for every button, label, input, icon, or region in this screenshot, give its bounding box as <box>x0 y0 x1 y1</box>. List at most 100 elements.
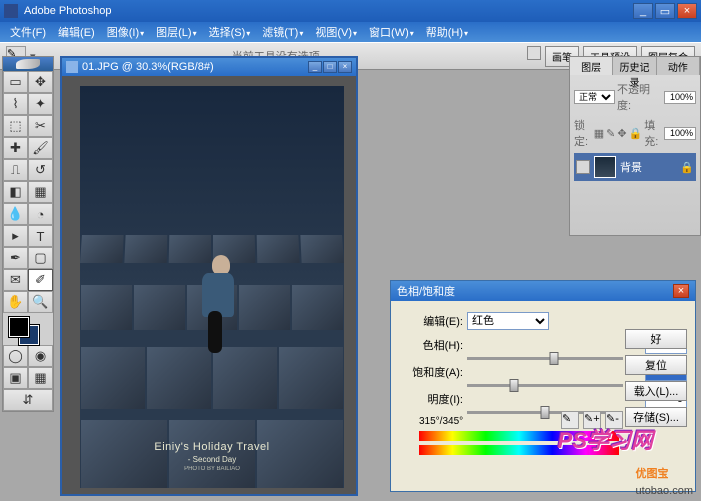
hue-spectrum-bottom[interactable] <box>419 445 619 455</box>
crop-tool[interactable]: ⬚ <box>3 115 28 137</box>
chevron-down-icon: ▾ <box>193 29 197 38</box>
marquee-tool[interactable]: ▭ <box>3 71 28 93</box>
edit-label: 编辑(E): <box>405 313 467 329</box>
window-minimize-button[interactable]: _ <box>633 3 653 19</box>
brush-tool[interactable]: 🖌 <box>28 137 53 159</box>
app-titlebar: Adobe Photoshop _ ▭ × <box>0 0 701 22</box>
save-button[interactable]: 存储(S)... <box>625 407 687 427</box>
menu-image[interactable]: 图像(I)▾ <box>101 22 150 42</box>
move-tool[interactable]: ✥ <box>28 71 53 93</box>
visibility-icon[interactable] <box>576 160 590 174</box>
menu-layer[interactable]: 图层(L)▾ <box>150 22 202 42</box>
eyedropper-sample-icon[interactable]: ✎ <box>561 411 579 429</box>
eyedropper-tool[interactable]: ✐ <box>28 269 53 291</box>
load-button[interactable]: 载入(L)... <box>625 381 687 401</box>
caption-main: Einiy's Holiday Travel <box>80 441 344 453</box>
history-brush-tool[interactable]: ↺ <box>28 159 53 181</box>
feather-icon <box>16 59 40 69</box>
dodge-tool[interactable]: ◔ <box>28 203 53 225</box>
app-title: Adobe Photoshop <box>24 5 111 17</box>
jump-to-imageready[interactable]: ⇵ <box>3 389 53 411</box>
eyedropper-subtract-icon[interactable]: ✎- <box>605 411 623 429</box>
image-caption: Einiy's Holiday Travel - Second Day PHOT… <box>80 441 344 472</box>
canvas[interactable]: Einiy's Holiday Travel - Second Day PHOT… <box>80 86 344 488</box>
blend-mode-select[interactable]: 正常 <box>574 90 615 104</box>
reset-button[interactable]: 复位 <box>625 355 687 375</box>
menu-window[interactable]: 窗口(W)▾ <box>363 22 420 42</box>
tab-actions[interactable]: 动作 <box>657 57 700 75</box>
document-window: 01.JPG @ 30.3%(RGB/8#) _ □ × Einiy's Hol… <box>60 56 358 496</box>
screenmode-standard[interactable]: ▣ <box>3 367 28 389</box>
lasso-tool[interactable]: ⌇ <box>3 93 28 115</box>
fill-label: 填充: <box>644 117 662 149</box>
gradient-tool[interactable]: ▦ <box>28 181 53 203</box>
path-tool[interactable]: ▸ <box>3 225 28 247</box>
lock-icon: 🔒 <box>680 161 694 174</box>
menu-bar: 文件(F) 编辑(E) 图像(I)▾ 图层(L)▾ 选择(S)▾ 滤镜(T)▾ … <box>0 22 701 42</box>
quickmask-off[interactable]: ◯ <box>3 345 28 367</box>
zoom-tool[interactable]: 🔍 <box>28 291 53 313</box>
doc-minimize-button[interactable]: _ <box>308 61 322 73</box>
window-maximize-button[interactable]: ▭ <box>655 3 675 19</box>
chevron-down-icon: ▾ <box>299 29 303 38</box>
saturation-slider-thumb[interactable] <box>509 379 518 392</box>
chevron-down-icon: ▾ <box>246 29 250 38</box>
menu-file[interactable]: 文件(F) <box>4 22 52 42</box>
blur-tool[interactable]: 💧 <box>3 203 28 225</box>
layer-name: 背景 <box>620 159 642 175</box>
doc-close-button[interactable]: × <box>338 61 352 73</box>
dialog-title-text: 色相/饱和度 <box>397 283 455 299</box>
notes-tool[interactable]: ✉ <box>3 269 28 291</box>
lock-position-icon[interactable]: ✥ <box>617 127 626 140</box>
palette-well-icon[interactable] <box>527 46 541 60</box>
layer-thumbnail[interactable] <box>594 156 616 178</box>
app-icon <box>4 4 18 18</box>
screenmode-full[interactable]: ▦ <box>28 367 53 389</box>
eyedropper-add-icon[interactable]: ✎+ <box>583 411 601 429</box>
edit-select[interactable]: 红色 <box>467 312 549 330</box>
shape-tool[interactable]: ▢ <box>28 247 53 269</box>
lock-all-icon[interactable]: 🔒 <box>629 127 643 140</box>
foreground-color[interactable] <box>9 317 29 337</box>
document-title: 01.JPG @ 30.3%(RGB/8#) <box>82 61 214 73</box>
layer-background[interactable]: 背景 🔒 <box>574 153 696 181</box>
menu-filter[interactable]: 滤镜(T)▾ <box>256 22 309 42</box>
ok-button[interactable]: 好 <box>625 329 687 349</box>
tab-history[interactable]: 历史记录 <box>613 57 656 75</box>
chevron-down-icon: ▾ <box>464 29 468 38</box>
saturation-slider[interactable] <box>467 384 623 387</box>
menu-edit[interactable]: 编辑(E) <box>52 22 101 42</box>
dialog-close-button[interactable]: × <box>673 284 689 298</box>
fill-input[interactable] <box>664 127 696 140</box>
hand-tool[interactable]: ✋ <box>3 291 28 313</box>
hue-slider-thumb[interactable] <box>550 352 559 365</box>
doc-maximize-button[interactable]: □ <box>323 61 337 73</box>
eraser-tool[interactable]: ◧ <box>3 181 28 203</box>
quickmask-on[interactable]: ◉ <box>28 345 53 367</box>
menu-select[interactable]: 选择(S)▾ <box>203 22 257 42</box>
lock-transparent-icon[interactable]: ▦ <box>594 127 604 140</box>
pen-tool[interactable]: ✒ <box>3 247 28 269</box>
saturation-label: 饱和度(A): <box>405 364 467 380</box>
caption-sub: - Second Day <box>80 455 344 464</box>
tab-layers[interactable]: 图层 <box>570 57 613 75</box>
opacity-input[interactable] <box>664 91 696 104</box>
hue-slider[interactable] <box>467 357 623 360</box>
stamp-tool[interactable]: ⎍ <box>3 159 28 181</box>
slice-tool[interactable]: ✂ <box>28 115 53 137</box>
dialog-titlebar[interactable]: 色相/饱和度 × <box>391 281 695 301</box>
document-titlebar[interactable]: 01.JPG @ 30.3%(RGB/8#) _ □ × <box>62 58 356 76</box>
type-tool[interactable]: T <box>28 225 53 247</box>
opacity-label: 不透明度: <box>617 81 662 113</box>
menu-help[interactable]: 帮助(H)▾ <box>420 22 474 42</box>
chevron-down-icon: ▾ <box>140 29 144 38</box>
lock-pixels-icon[interactable]: ✎ <box>606 127 615 140</box>
lightness-slider-thumb[interactable] <box>541 406 550 419</box>
healing-tool[interactable]: ✚ <box>3 137 28 159</box>
menu-view[interactable]: 视图(V)▾ <box>309 22 363 42</box>
toolbox-header[interactable] <box>3 57 53 71</box>
window-close-button[interactable]: × <box>677 3 697 19</box>
hue-spectrum-top[interactable] <box>419 431 619 441</box>
magic-wand-tool[interactable]: ✦ <box>28 93 53 115</box>
chevron-down-icon: ▾ <box>353 29 357 38</box>
